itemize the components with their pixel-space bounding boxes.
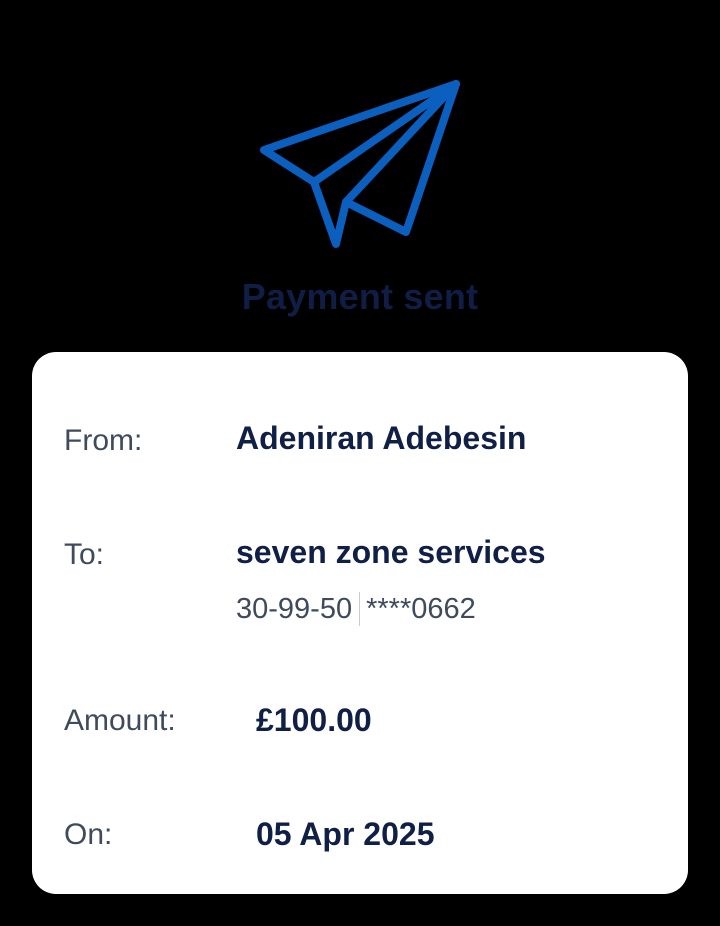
to-label: To: (64, 538, 105, 571)
to-value: seven zone services (236, 534, 546, 570)
divider (359, 592, 361, 626)
payment-details-card: From: Adeniran Adebesin To: seven zone s… (32, 352, 688, 894)
sort-code: 30-99-50 (236, 592, 353, 625)
paper-plane-icon (260, 80, 460, 248)
from-label: From: (64, 424, 143, 457)
amount-value: £100.00 (256, 702, 372, 738)
payment-status-title: Payment sent (241, 276, 479, 317)
date-value: 05 Apr 2025 (256, 816, 435, 852)
date-label: On: (64, 818, 113, 851)
from-value: Adeniran Adebesin (236, 420, 527, 456)
account-number: ****0662 (366, 592, 476, 625)
amount-label: Amount: (64, 704, 176, 737)
recipient-account-details: 30-99-50 ****0662 (236, 592, 476, 626)
